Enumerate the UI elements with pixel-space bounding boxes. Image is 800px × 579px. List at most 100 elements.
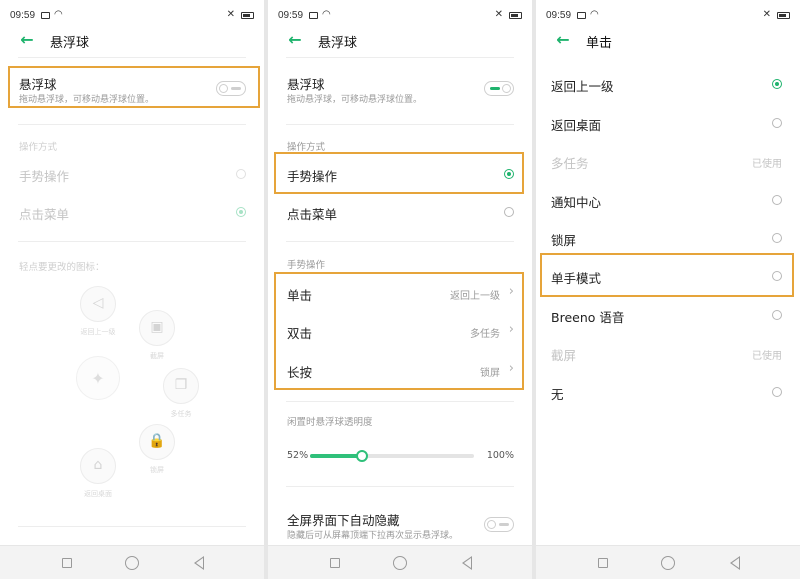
toggle-description: 拖动悬浮球，可移动悬浮球位置。 xyxy=(287,95,423,105)
highlight-box xyxy=(540,253,794,297)
action-option-none[interactable]: 无 xyxy=(536,380,800,404)
section-operation-mode: 操作方式 xyxy=(19,142,58,153)
option-label: 截屏 xyxy=(551,348,577,363)
option-used-badge: 已使用 xyxy=(752,159,782,170)
phone-screen-floating-ball-on: 09:59 ◠ ✕ ← 悬浮球 悬浮球 拖动悬浮球，可移动悬浮球位置。 操作方式… xyxy=(268,0,532,579)
action-option-lock[interactable]: 锁屏 xyxy=(536,226,800,250)
battery-icon xyxy=(509,11,522,19)
autohide-label: 全屏界面下自动隐藏 xyxy=(287,513,400,528)
divider xyxy=(18,241,246,242)
home-nav-icon[interactable] xyxy=(661,556,675,570)
option-radio[interactable] xyxy=(772,387,782,397)
divider xyxy=(18,526,246,527)
opacity-slider-fill xyxy=(310,454,363,458)
menu-slot-lock[interactable]: 🔒 锁屏 xyxy=(139,424,175,474)
lock-icon: 🔒 xyxy=(148,433,166,449)
divider xyxy=(286,486,514,487)
option-radio[interactable] xyxy=(772,310,782,320)
autohide-switch[interactable] xyxy=(484,517,514,532)
center-dot-icon: ✦ xyxy=(91,369,105,388)
action-option-back[interactable]: 返回上一级 xyxy=(536,72,800,96)
opacity-slider[interactable] xyxy=(310,450,474,462)
home-nav-icon[interactable] xyxy=(125,556,139,570)
mute-icon: ✕ xyxy=(226,9,235,20)
back-triangle-icon: ◁ xyxy=(92,295,104,311)
menu-slot-home[interactable]: ⌂ 返回桌面 xyxy=(80,448,116,498)
app-bar: ← 悬浮球 xyxy=(0,28,264,54)
option-radio[interactable] xyxy=(772,195,782,205)
app-bar: ← 悬浮球 xyxy=(268,28,532,54)
action-option-home[interactable]: 返回桌面 xyxy=(536,111,800,135)
menu-slot-label: 截屏 xyxy=(150,352,164,360)
notification-icon xyxy=(577,11,587,19)
recents-nav-icon[interactable] xyxy=(62,558,72,568)
wifi-icon: ◠ xyxy=(590,9,599,20)
menu-slot-label: 返回桌面 xyxy=(84,490,112,498)
option-radio[interactable] xyxy=(772,118,782,128)
screenshot-icon: ▣ xyxy=(150,319,164,335)
status-time: 09:59 xyxy=(546,9,572,21)
notification-icon xyxy=(41,11,51,19)
divider xyxy=(286,401,514,402)
system-nav-bar xyxy=(536,545,800,579)
action-option-notifications[interactable]: 通知中心 xyxy=(536,188,800,212)
back-nav-icon[interactable] xyxy=(730,556,740,570)
section-operation-mode: 操作方式 xyxy=(287,142,326,153)
status-bar: 09:59 ◠ ✕ xyxy=(278,8,522,22)
menu-slot-label: 返回上一级 xyxy=(80,328,116,336)
radio-menu[interactable] xyxy=(504,207,514,217)
radio-gesture[interactable] xyxy=(236,169,246,179)
phone-screen-single-tap: 09:59 ◠ ✕ ← 单击 返回上一级 返回桌面 多任务 已使用 通知中心 锁… xyxy=(536,0,800,579)
back-arrow-icon[interactable]: ← xyxy=(552,30,574,49)
section-menu-icons: 轻点要更改的图标： xyxy=(19,262,105,273)
radio-menu[interactable] xyxy=(236,207,246,217)
opacity-max-label: 100% xyxy=(486,450,514,461)
status-bar: 09:59 ◠ ✕ xyxy=(546,8,790,22)
back-arrow-icon[interactable]: ← xyxy=(16,30,38,49)
highlight-box xyxy=(274,152,524,194)
menu-slot-label: 多任务 xyxy=(170,410,192,418)
back-arrow-icon[interactable]: ← xyxy=(284,30,306,49)
divider xyxy=(18,57,246,58)
option-radio[interactable] xyxy=(772,79,782,89)
option-label: Breeno 语音 xyxy=(551,310,625,325)
floating-ball-toggle-row[interactable]: 悬浮球 拖动悬浮球，可移动悬浮球位置。 xyxy=(268,68,532,106)
page-title: 单击 xyxy=(586,36,613,51)
option-radio[interactable] xyxy=(772,233,782,243)
page-title: 悬浮球 xyxy=(50,36,90,51)
action-option-screenshot: 截屏 已使用 xyxy=(536,341,800,365)
status-time: 09:59 xyxy=(278,9,304,21)
autohide-description: 隐藏后可从屏幕顶端下拉再次显示悬浮球。 xyxy=(287,531,459,541)
notification-icon xyxy=(309,11,319,19)
option-label: 无 xyxy=(551,387,564,402)
option-label: 返回桌面 xyxy=(551,118,602,133)
section-opacity: 闲置时悬浮球透明度 xyxy=(287,417,373,428)
autohide-row[interactable]: 全屏界面下自动隐藏 隐藏后可从屏幕顶端下拉再次显示悬浮球。 xyxy=(268,506,532,544)
action-option-breeno[interactable]: Breeno 语音 xyxy=(536,303,800,327)
option-label: 点击菜单 xyxy=(287,207,338,222)
menu-slot-recent[interactable]: ❐ 多任务 xyxy=(163,368,199,418)
system-nav-bar xyxy=(0,545,264,579)
highlight-box xyxy=(274,272,524,390)
option-menu[interactable]: 点击菜单 xyxy=(268,200,532,224)
wifi-icon: ◠ xyxy=(322,9,331,20)
back-nav-icon[interactable] xyxy=(462,556,472,570)
page-title: 悬浮球 xyxy=(318,36,358,51)
toggle-label: 悬浮球 xyxy=(287,77,325,92)
mute-icon: ✕ xyxy=(762,9,771,20)
menu-slot-screenshot[interactable]: ▣ 截屏 xyxy=(139,310,175,360)
home-nav-icon[interactable] xyxy=(393,556,407,570)
recents-nav-icon[interactable] xyxy=(598,558,608,568)
battery-icon xyxy=(241,11,254,19)
back-nav-icon[interactable] xyxy=(194,556,204,570)
opacity-slider-knob[interactable] xyxy=(356,450,369,462)
divider xyxy=(286,124,514,125)
menu-slot-back[interactable]: ◁ 返回上一级 xyxy=(80,286,116,336)
option-gesture[interactable]: 手势操作 xyxy=(0,162,264,186)
floating-ball-switch[interactable] xyxy=(484,81,514,96)
menu-center[interactable]: ✦ xyxy=(76,356,120,400)
mute-icon: ✕ xyxy=(494,9,503,20)
recents-nav-icon[interactable] xyxy=(330,558,340,568)
app-bar: ← 单击 xyxy=(536,28,800,54)
option-menu[interactable]: 点击菜单 xyxy=(0,200,264,224)
